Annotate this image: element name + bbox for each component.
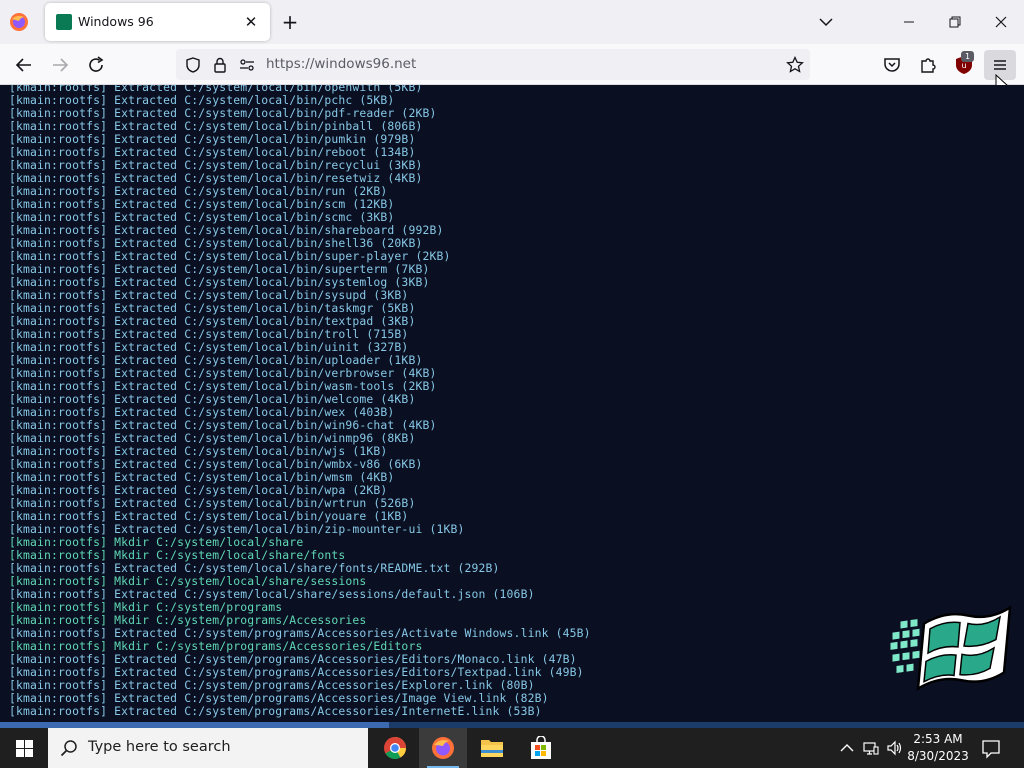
new-tab-icon[interactable]: + — [279, 11, 301, 33]
close-tab-icon[interactable]: ✕ — [242, 13, 260, 31]
restore-icon[interactable] — [932, 0, 978, 44]
taskbar-file-explorer[interactable] — [468, 728, 516, 768]
tab-title: Windows 96 — [78, 14, 154, 29]
start-button[interactable] — [0, 728, 48, 768]
navigation-toolbar: https://windows96.net u — [0, 44, 1024, 85]
store-icon — [531, 736, 551, 759]
forward-icon[interactable] — [48, 53, 72, 77]
firefox-menu-icon[interactable] — [9, 12, 29, 32]
pocket-icon[interactable] — [880, 53, 904, 77]
network-icon[interactable] — [862, 739, 880, 757]
permissions-icon[interactable] — [238, 56, 256, 74]
windows96-favicon-icon — [56, 14, 72, 30]
url-bar[interactable]: https://windows96.net — [176, 49, 810, 80]
clock-time: 2:53 AM — [913, 732, 963, 746]
file-explorer-icon — [481, 740, 503, 757]
taskbar-chrome[interactable] — [371, 728, 419, 768]
taskbar-store[interactable] — [517, 728, 565, 768]
windows-start-icon — [16, 740, 33, 757]
chrome-icon — [384, 737, 406, 759]
boot-terminal: [kmain:rootfs] Extracted C:/system/local… — [0, 85, 1024, 728]
list-all-tabs-icon[interactable] — [816, 12, 836, 32]
bookmark-star-icon[interactable] — [786, 56, 804, 74]
url-text[interactable]: https://windows96.net — [266, 56, 416, 72]
chevron-up-icon[interactable] — [838, 739, 856, 757]
lock-icon[interactable] — [211, 56, 229, 74]
tab-strip: Windows 96 ✕ + — [0, 0, 1024, 44]
search-icon — [60, 740, 77, 757]
back-icon[interactable] — [12, 53, 36, 77]
shield-icon[interactable] — [184, 56, 202, 74]
notifications-icon[interactable] — [980, 738, 1002, 760]
svg-text:u: u — [961, 61, 966, 70]
volume-icon[interactable] — [886, 739, 904, 757]
window-close-icon[interactable] — [978, 0, 1024, 44]
terminal-line: [kmain:rootfs] Extracted C:/system/progr… — [9, 704, 542, 718]
reload-icon[interactable] — [84, 53, 108, 77]
extensions-puzzle-icon[interactable] — [916, 53, 940, 77]
taskbar-firefox[interactable] — [419, 728, 467, 768]
clock-date: 8/30/2023 — [907, 749, 969, 763]
extension-badge: 1 — [961, 51, 974, 62]
minimize-icon[interactable] — [886, 0, 932, 44]
terminal-output: [kmain:rootfs] Extracted C:/system/local… — [9, 85, 591, 718]
system-clock[interactable]: 2:53 AM 8/30/2023 — [906, 731, 970, 765]
taskbar-search-box[interactable]: Type here to search — [48, 728, 368, 768]
tab-windows96[interactable]: Windows 96 ✕ — [45, 3, 270, 41]
windows96-logo-icon — [889, 605, 1012, 691]
hamburger-menu-icon — [994, 60, 1006, 70]
taskbar: Type here to search 2:53 AM 8/30/2023 — [0, 728, 1024, 768]
search-placeholder: Type here to search — [88, 739, 231, 755]
firefox-icon — [432, 737, 454, 759]
